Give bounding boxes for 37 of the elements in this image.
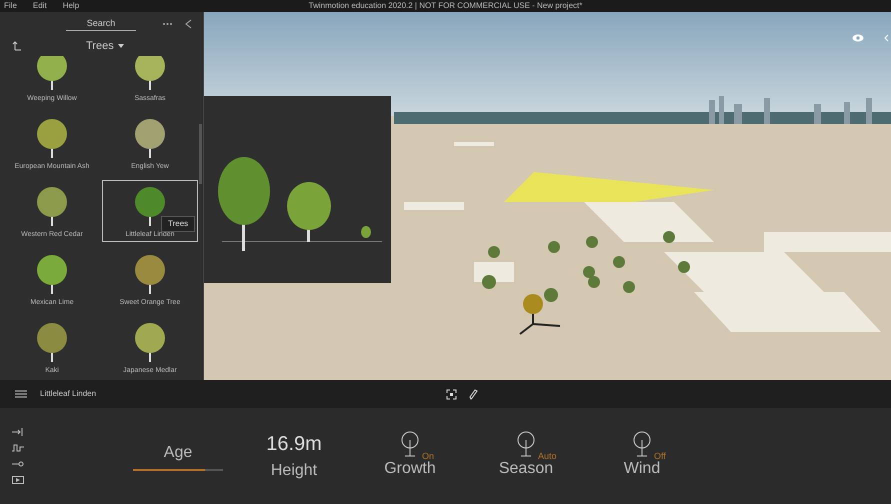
menu-item[interactable]: Edit	[32, 0, 47, 12]
tree-icon	[35, 118, 69, 158]
property-label: Growth	[384, 460, 436, 479]
tree-icon	[35, 56, 69, 90]
tree-icon	[35, 186, 69, 226]
property-label: Age	[164, 443, 192, 463]
window-title: Twinmotion education 2020.2 | NOT FOR COMMERCIAL USE - New project*	[308, 0, 582, 12]
back-icon[interactable]	[12, 41, 22, 51]
import-icon[interactable]	[12, 428, 24, 436]
collapse-icon[interactable]	[185, 19, 192, 29]
tree-icon	[35, 322, 69, 362]
category-dropdown[interactable]: Trees	[86, 38, 124, 54]
property-value: 16.9m	[266, 432, 322, 457]
tree-outline-icon[interactable]	[631, 431, 653, 457]
tooltip: Trees	[161, 216, 196, 232]
screen-icon[interactable]	[12, 476, 24, 484]
property-label: Wind	[624, 460, 660, 479]
menu-item[interactable]: File	[4, 0, 17, 12]
property-label: Height	[270, 461, 318, 481]
caret-icon	[118, 44, 124, 48]
tree-icon	[133, 186, 167, 226]
menu-item[interactable]: Help	[62, 0, 80, 12]
visibility-icon[interactable]	[852, 34, 864, 42]
tree-icon	[35, 254, 69, 294]
menu-icon[interactable]	[15, 390, 27, 398]
node-icon[interactable]	[12, 460, 24, 468]
tree-outline-icon[interactable]	[399, 431, 421, 457]
tree-icon	[133, 56, 167, 90]
pencil-icon[interactable]	[469, 388, 478, 400]
waveform-icon[interactable]	[12, 444, 24, 452]
search-field[interactable]: Search	[66, 16, 136, 32]
tree-icon	[133, 118, 167, 158]
tree-outline-icon[interactable]	[515, 431, 537, 457]
focus-icon[interactable]	[446, 388, 457, 400]
tree-icon	[133, 254, 167, 294]
tree-icon	[133, 322, 167, 362]
selected-object-name: Littleleaf Linden	[40, 388, 96, 400]
